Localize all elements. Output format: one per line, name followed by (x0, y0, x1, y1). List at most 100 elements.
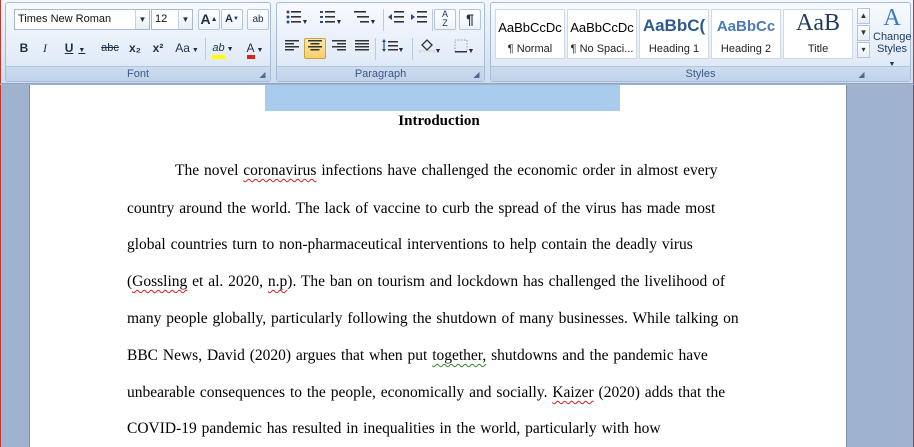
arrow-up-icon: ▲ (210, 16, 218, 23)
style-sample: AaBbCc (716, 18, 776, 35)
strikethrough-button[interactable]: abc (98, 38, 122, 59)
underline-button[interactable]: U ▼ (58, 38, 92, 59)
align-right-icon (332, 40, 346, 51)
body-line: global countries turn to non-pharmaceuti… (127, 236, 693, 253)
style-tile-title[interactable]: AaB Title (783, 9, 853, 59)
body-line: many people globally, particularly follo… (127, 310, 739, 327)
ribbon: Times New Roman ▼ 12 ▼ A▲ A▼ ab B I U ▼ a… (0, 0, 914, 84)
style-tile-heading-1[interactable]: AaBbC( Heading 1 (639, 9, 709, 59)
style-tile-no-spacing[interactable]: AaBbCcDc ¶ No Spaci... (567, 9, 637, 59)
increase-indent-button[interactable] (408, 9, 430, 30)
grow-font-button[interactable]: A▲ (198, 9, 220, 30)
body-line: unbearable consequences to the people, e… (127, 384, 726, 401)
arrow-down-icon: ▼ (233, 16, 239, 22)
styles-scroll-up-button[interactable]: ▲ (857, 8, 870, 24)
shading-button[interactable]: ▼ (414, 38, 446, 59)
body-line: (Gossling et al. 2020, n.p). The ban on … (127, 273, 726, 290)
style-sample: AaBbCcDc (498, 20, 562, 35)
bold-button[interactable]: B (14, 38, 34, 59)
clear-formatting-button[interactable]: ab (247, 9, 269, 30)
body-line: BBC News, David (2020) argues that when … (127, 347, 708, 364)
styles-scroll-down-button[interactable]: ▼ (857, 25, 870, 41)
borders-icon (454, 39, 468, 53)
divider (412, 38, 413, 60)
chevron-down-icon[interactable]: ▼ (398, 47, 405, 54)
chevron-down-icon[interactable]: ▼ (370, 19, 377, 26)
chevron-down-icon[interactable]: ▼ (178, 10, 192, 29)
style-sample: AaBbC( (642, 16, 706, 35)
italic-button[interactable]: I (35, 38, 55, 59)
chevron-down-icon[interactable]: ▼ (78, 47, 85, 54)
chevron-down-icon[interactable]: ▼ (227, 46, 234, 53)
spelling-error[interactable]: coronavirus (243, 162, 316, 179)
divider (432, 9, 433, 31)
align-left-button[interactable] (281, 38, 303, 59)
spelling-error[interactable]: Gossling (132, 273, 187, 290)
sort-button[interactable]: AZ (434, 9, 456, 30)
font-size-box[interactable]: 12 ▼ (151, 9, 193, 30)
font-size-value: 12 (155, 13, 168, 25)
spelling-error[interactable]: Kaizer (552, 384, 593, 401)
styles-more-button[interactable]: ▾ (857, 42, 870, 58)
font-name-box[interactable]: Times New Roman ▼ (14, 9, 150, 30)
style-name: Heading 2 (720, 43, 772, 55)
font-group-label: Font (6, 66, 270, 81)
dialog-launcher-icon[interactable]: ◢ (472, 70, 481, 79)
change-styles-label-2: Styles (877, 43, 907, 55)
highlight-button[interactable]: ab ▼ (207, 38, 239, 59)
increase-indent-icon (411, 11, 427, 23)
shrink-font-button[interactable]: A▼ (221, 9, 243, 30)
paint-bucket-icon (418, 39, 435, 54)
style-name: ¶ Normal (507, 43, 553, 55)
body-line: The novel coronavirus infections have ch… (175, 162, 718, 179)
line-spacing-button[interactable]: ▼ (377, 38, 409, 59)
numbering-button[interactable]: ▼ (315, 9, 347, 30)
document-page[interactable]: Introduction The novel coronavirus infec… (29, 85, 847, 447)
chevron-down-icon[interactable]: ▼ (302, 19, 309, 26)
change-styles-label-1: Change (873, 31, 912, 43)
justify-icon (355, 40, 369, 51)
borders-button[interactable]: ▼ (448, 38, 480, 59)
chevron-down-icon[interactable]: ▼ (192, 47, 199, 54)
grammar-error[interactable]: together, (432, 347, 486, 364)
justify-button[interactable] (351, 38, 373, 59)
bullets-icon (286, 10, 301, 24)
chevron-down-icon[interactable]: ▼ (336, 19, 343, 26)
align-right-button[interactable] (328, 38, 350, 59)
chevron-down-icon[interactable]: ▼ (468, 48, 475, 55)
align-left-icon (285, 40, 299, 51)
chevron-down-icon[interactable]: ▼ (135, 10, 149, 29)
font-group: Times New Roman ▼ 12 ▼ A▲ A▼ ab B I U ▼ a… (5, 2, 271, 82)
sort-icon: AZ (441, 9, 448, 28)
selected-title-text[interactable] (265, 85, 620, 111)
dialog-launcher-icon[interactable]: ◢ (258, 70, 267, 79)
line-spacing-icon (381, 39, 398, 52)
style-sample: AaBbCcDc (570, 20, 634, 35)
show-marks-button[interactable]: ¶ (459, 9, 481, 30)
change-styles-button[interactable]: A Change Styles ▼ (873, 5, 912, 68)
subscript-button[interactable]: x₂ (124, 38, 146, 59)
font-color-button[interactable]: A ▼ (240, 38, 270, 59)
decrease-indent-button[interactable] (385, 9, 407, 30)
body-line: COVID-19 pandemic has resulted in inequa… (127, 420, 661, 437)
style-tile-heading-2[interactable]: AaBbCc Heading 2 (711, 9, 781, 59)
change-case-button[interactable]: Aa ▼ (171, 38, 203, 59)
bullets-button[interactable]: ▼ (281, 9, 313, 30)
paragraph-group-label: Paragraph (277, 66, 484, 81)
spelling-error[interactable]: n.p (268, 273, 287, 290)
align-center-button[interactable] (304, 38, 326, 59)
multilevel-list-button[interactable]: ▼ (349, 9, 381, 30)
style-sample: AaB (796, 10, 840, 36)
style-tile-normal[interactable]: AaBbCcDc ¶ Normal (495, 9, 565, 59)
multilevel-list-icon (353, 11, 369, 23)
dialog-launcher-icon[interactable]: ◢ (857, 70, 866, 79)
styles-group: AaBbCcDc ¶ Normal AaBbCcDc ¶ No Spaci...… (490, 2, 912, 82)
change-styles-icon: A (883, 5, 901, 31)
divider (375, 38, 376, 60)
font-name-value: Times New Roman (18, 13, 112, 25)
chevron-down-icon[interactable]: ▼ (257, 47, 264, 54)
align-center-icon (308, 40, 322, 51)
superscript-button[interactable]: x² (147, 38, 169, 59)
chevron-down-icon[interactable]: ▼ (435, 48, 442, 55)
document-area: Introduction The novel coronavirus infec… (0, 85, 914, 447)
